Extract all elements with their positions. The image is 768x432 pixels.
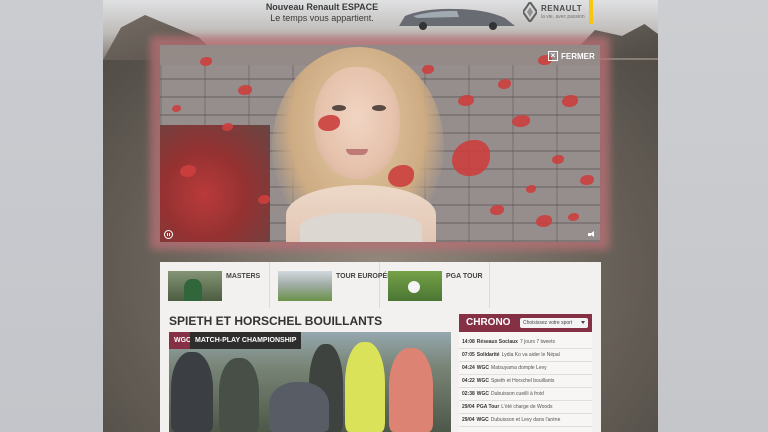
tag-event[interactable]: MATCH-PLAY CHAMPIONSHIP xyxy=(190,332,302,349)
video-player[interactable] xyxy=(160,45,600,242)
chrono-time: 04:22 xyxy=(462,378,475,384)
chrono-time: 29/04 xyxy=(462,404,475,410)
chrono-item[interactable]: 02:38 WGC Dubuisson cueilli à froid xyxy=(459,388,592,401)
volume-icon[interactable] xyxy=(588,230,597,239)
chrono-text: L'été charge de Woods xyxy=(501,404,553,410)
ad-car-image xyxy=(399,8,515,30)
category-thumbnail xyxy=(388,271,442,301)
category-thumbnail xyxy=(278,271,332,301)
chrono-time: 07:05 xyxy=(462,352,475,358)
crowd-figure xyxy=(389,348,433,432)
chrono-time: 02:38 xyxy=(462,391,475,397)
golfer-figure xyxy=(269,382,329,432)
chrono-category: WGC xyxy=(476,378,490,384)
chrono-title: CHRONO xyxy=(466,317,511,328)
chrono-category: WGC xyxy=(476,391,490,397)
category-thumbnail xyxy=(168,271,222,301)
chrono-category: PGA Tour xyxy=(476,404,500,410)
chrono-category: WGC xyxy=(476,417,489,423)
crowd-figure xyxy=(171,352,213,432)
ad-tagline: la vie, avec passion xyxy=(541,14,585,20)
chrono-item[interactable]: 04:24 WGC Matsuyama domple Levy xyxy=(459,362,592,375)
chrono-text: Matsuyama domple Levy xyxy=(491,365,547,371)
chrono-list: 14:08 Réseaux Sociaux 7 jours 7 tweets 07:… xyxy=(459,336,592,427)
article-hero-image[interactable]: WGC MATCH-PLAY CHAMPIONSHIP xyxy=(169,332,451,432)
ad-banner[interactable]: Nouveau Renault ESPACE Le temps vous app… xyxy=(103,0,658,30)
page-margin-left xyxy=(0,0,103,432)
category-label: MASTERS xyxy=(226,273,261,280)
page-margin-right xyxy=(658,0,768,432)
pause-icon[interactable] xyxy=(164,230,173,239)
chrono-time: 04:24 xyxy=(462,365,475,371)
close-video-button[interactable]: × FERMER xyxy=(548,50,595,62)
chrono-item[interactable]: 29/04 PGA Tour L'été charge de Woods xyxy=(459,401,592,414)
category-masters[interactable]: MASTERS xyxy=(160,262,270,308)
chrono-time: 29/04 xyxy=(462,417,475,423)
chrono-item[interactable]: 04:22 WGC Spieth et Horschel bouillants xyxy=(459,375,592,388)
close-label: FERMER xyxy=(561,51,595,61)
chrono-time: 14:08 xyxy=(462,339,475,345)
sport-select-label: Choisissez votre sport xyxy=(523,320,573,326)
chrono-panel: CHRONO Choisissez votre sport 14:08 Résea… xyxy=(459,314,592,432)
ad-brand: RENAULT xyxy=(541,4,583,13)
ad-headline: Nouveau Renault ESPACE xyxy=(265,2,379,12)
chrono-item[interactable]: 14:08 Réseaux Sociaux 7 jours 7 tweets xyxy=(459,336,592,349)
chrono-item[interactable]: 29/04 WGC Dubuisson et Levy dans l'arène xyxy=(459,414,592,427)
chrono-header: CHRONO Choisissez votre sport xyxy=(459,314,592,332)
video-red-bush xyxy=(160,125,270,242)
chrono-text: Dubuisson cueilli à froid xyxy=(491,391,544,397)
sport-select[interactable]: Choisissez votre sport xyxy=(520,318,588,328)
crowd-figure xyxy=(219,358,259,432)
category-pga-tour[interactable]: PGA TOUR xyxy=(380,262,490,308)
category-bar: MASTERS TOUR EUROPÉEN PGA TOUR xyxy=(160,262,601,308)
ad-yellow-bar xyxy=(589,0,593,24)
chrono-category: Solidarité xyxy=(476,352,500,358)
chrono-text: Lydia Ko va aider le Népal xyxy=(501,352,560,358)
category-label: PGA TOUR xyxy=(446,273,483,280)
chrono-text: 7 jours 7 tweets xyxy=(519,339,555,345)
video-woman-mouth xyxy=(346,149,368,155)
chrono-text: Dubuisson et Levy dans l'arène xyxy=(490,417,561,423)
crowd-figure xyxy=(345,342,385,432)
video-woman-eye-left xyxy=(332,105,346,111)
chrono-item[interactable]: 07:05 Solidarité Lydia Ko va aider le Népa… xyxy=(459,349,592,362)
chevron-down-icon xyxy=(581,321,585,324)
article-headline[interactable]: SPIETH ET HORSCHEL BOUILLANTS xyxy=(169,314,382,328)
chrono-text: Spieth et Horschel bouillants xyxy=(491,378,555,384)
close-icon: × xyxy=(548,51,558,61)
category-tour-europeen[interactable]: TOUR EUROPÉEN xyxy=(270,262,397,308)
video-woman-dress xyxy=(300,213,422,242)
chrono-category: Réseaux Sociaux xyxy=(476,339,518,345)
ad-subline: Le temps vous appartient. xyxy=(270,13,374,23)
main-content: MASTERS TOUR EUROPÉEN PGA TOUR SPIETH ET… xyxy=(160,262,601,432)
video-woman-eye-right xyxy=(372,105,386,111)
renault-logo-icon xyxy=(523,2,537,22)
chrono-category: WGC xyxy=(476,365,490,371)
